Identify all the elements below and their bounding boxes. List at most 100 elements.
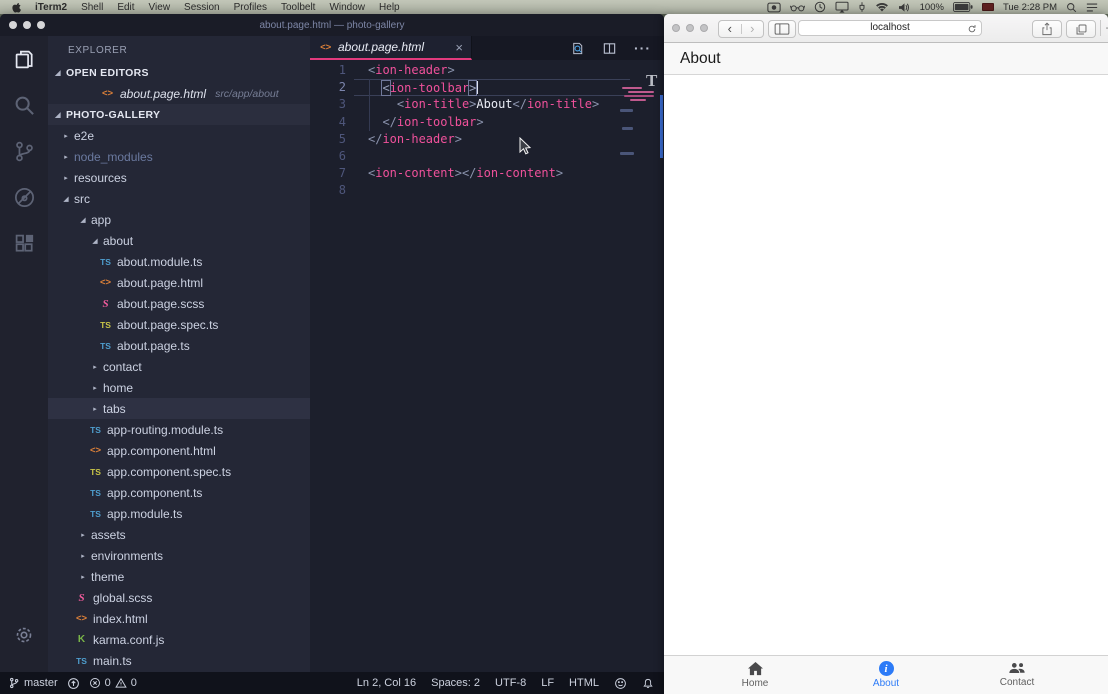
feedback-smiley-icon[interactable] [614,677,627,690]
tree-item-about-page-ts[interactable]: TSabout.page.ts [48,335,310,356]
menu-bar-clock[interactable]: Tue 2:28 PM [1003,2,1057,13]
activity-extensions-icon[interactable] [0,220,48,266]
ion-tab-contact[interactable]: Contact [977,662,1057,688]
notification-center-icon[interactable] [1086,2,1098,13]
cursor-position-indicator[interactable]: Ln 2, Col 16 [357,677,416,689]
tree-item-theme[interactable]: ▸theme [48,566,310,587]
eol-indicator[interactable]: LF [541,677,554,689]
sidebar-toggle-button[interactable] [768,20,796,38]
menu-item-toolbelt[interactable]: Toolbelt [281,2,315,13]
ion-tab-home[interactable]: Home [715,661,795,689]
new-tab-button[interactable]: + [1100,20,1108,36]
notifications-bell-icon[interactable] [642,677,654,690]
activity-source-control-icon[interactable] [0,128,48,174]
line-number[interactable]: 1 [310,62,354,79]
tree-item-assets[interactable]: ▸assets [48,524,310,545]
zoom-window-button[interactable] [700,24,708,32]
problems-indicator[interactable]: 0 0 [89,677,137,689]
publish-changes-button[interactable] [67,677,80,690]
volume-icon[interactable] [898,2,911,13]
tree-item-about-page-html[interactable]: <>about.page.html [48,272,310,293]
more-actions-icon[interactable]: ··· [634,43,651,53]
code-line-text[interactable]: <ion-toolbar> [354,79,630,96]
code-line-text[interactable]: <ion-content></ion-content> [354,165,630,182]
code-line-text[interactable]: </ion-toolbar> [354,114,630,131]
wifi-icon[interactable] [875,2,889,13]
code-line-text[interactable] [354,182,630,199]
menu-item-shell[interactable]: Shell [81,2,103,13]
menu-item-profiles[interactable]: Profiles [234,2,267,13]
activity-search-icon[interactable] [0,82,48,128]
activity-debug-icon[interactable] [0,174,48,220]
code-line-text[interactable]: <ion-header> [354,62,630,79]
tree-item-karma-conf-js[interactable]: Kkarma.conf.js [48,629,310,650]
glasses-icon[interactable] [790,3,805,12]
menu-item-iterm2[interactable]: iTerm2 [35,2,67,13]
tree-item-index-html[interactable]: <>index.html [48,608,310,629]
tree-item-tabs[interactable]: ▸tabs [48,398,310,419]
spotlight-icon[interactable] [1066,2,1077,13]
tree-item-about-page-scss[interactable]: Sabout.page.scss [48,293,310,314]
input-source-flag-icon[interactable] [982,3,994,11]
close-tab-icon[interactable]: × [455,40,463,55]
ion-tab-about[interactable]: iAbout [846,661,926,689]
line-number[interactable]: 5 [310,131,354,148]
minimize-window-button[interactable] [686,24,694,32]
tree-item-app-component-spec-ts[interactable]: TSapp.component.spec.ts [48,461,310,482]
indentation-indicator[interactable]: Spaces: 2 [431,677,480,689]
tree-item-app[interactable]: ◢app [48,209,310,230]
split-editor-icon[interactable] [602,41,617,56]
tree-item-e2e[interactable]: ▸e2e [48,125,310,146]
menu-item-session[interactable]: Session [184,2,220,13]
language-mode-indicator[interactable]: HTML [569,677,599,689]
tree-item-app-component-ts[interactable]: TSapp.component.ts [48,482,310,503]
tree-item-home[interactable]: ▸home [48,377,310,398]
zoom-window-button[interactable] [37,21,45,29]
tree-item-node_modules[interactable]: ▸node_modules [48,146,310,167]
close-window-button[interactable] [672,24,680,32]
tree-item-about[interactable]: ◢about [48,230,310,251]
back-button[interactable]: ‹ [719,24,741,34]
tree-item-environments[interactable]: ▸environments [48,545,310,566]
encoding-indicator[interactable]: UTF-8 [495,677,526,689]
settings-gear-button[interactable] [0,612,48,658]
plug-icon[interactable] [858,1,866,13]
tab-overview-button[interactable] [1066,20,1096,38]
line-number[interactable]: 3 [310,96,354,113]
line-number[interactable]: 2 [310,79,354,96]
open-editor-about-page-html[interactable]: <> about.page.html src/app/about [48,83,310,104]
reload-icon[interactable] [967,24,977,34]
share-button[interactable] [1032,20,1062,38]
apple-icon[interactable] [12,2,21,13]
line-number[interactable]: 6 [310,148,354,165]
tree-item-main-ts[interactable]: TSmain.ts [48,650,310,671]
tree-item-resources[interactable]: ▸resources [48,167,310,188]
minimize-window-button[interactable] [23,21,31,29]
line-number[interactable]: 8 [310,182,354,199]
forward-button[interactable]: › [741,24,764,34]
menu-item-window[interactable]: Window [329,2,365,13]
code-line-text[interactable]: </ion-header> [354,131,630,148]
vscode-title-bar[interactable]: about.page.html — photo-gallery [0,14,664,36]
code-editor[interactable]: 1<ion-header>2 <ion-toolbar>3 <ion-title… [310,60,664,672]
menu-item-edit[interactable]: Edit [117,2,134,13]
tree-item-about-module-ts[interactable]: TSabout.module.ts [48,251,310,272]
activity-files-icon[interactable] [0,36,48,82]
git-branch-indicator[interactable]: master [8,677,58,689]
tree-item-about-page-spec-ts[interactable]: TSabout.page.spec.ts [48,314,310,335]
line-number[interactable]: 4 [310,114,354,131]
open-editors-header[interactable]: ◢ OPEN EDITORS [48,62,310,83]
menu-item-view[interactable]: View [149,2,171,13]
code-line-text[interactable]: <ion-title>About</ion-title> [354,96,630,113]
close-window-button[interactable] [9,21,17,29]
line-number[interactable]: 7 [310,165,354,182]
tree-item-app-module-ts[interactable]: TSapp.module.ts [48,503,310,524]
address-bar[interactable]: localhost [798,20,982,36]
tree-item-src[interactable]: ◢src [48,188,310,209]
menu-item-help[interactable]: Help [379,2,400,13]
search-file-icon[interactable] [570,41,585,56]
tree-item-app-component-html[interactable]: <>app.component.html [48,440,310,461]
code-line-text[interactable] [354,148,630,165]
clock-icon[interactable] [814,1,826,13]
display-mirroring-icon[interactable] [835,1,849,13]
